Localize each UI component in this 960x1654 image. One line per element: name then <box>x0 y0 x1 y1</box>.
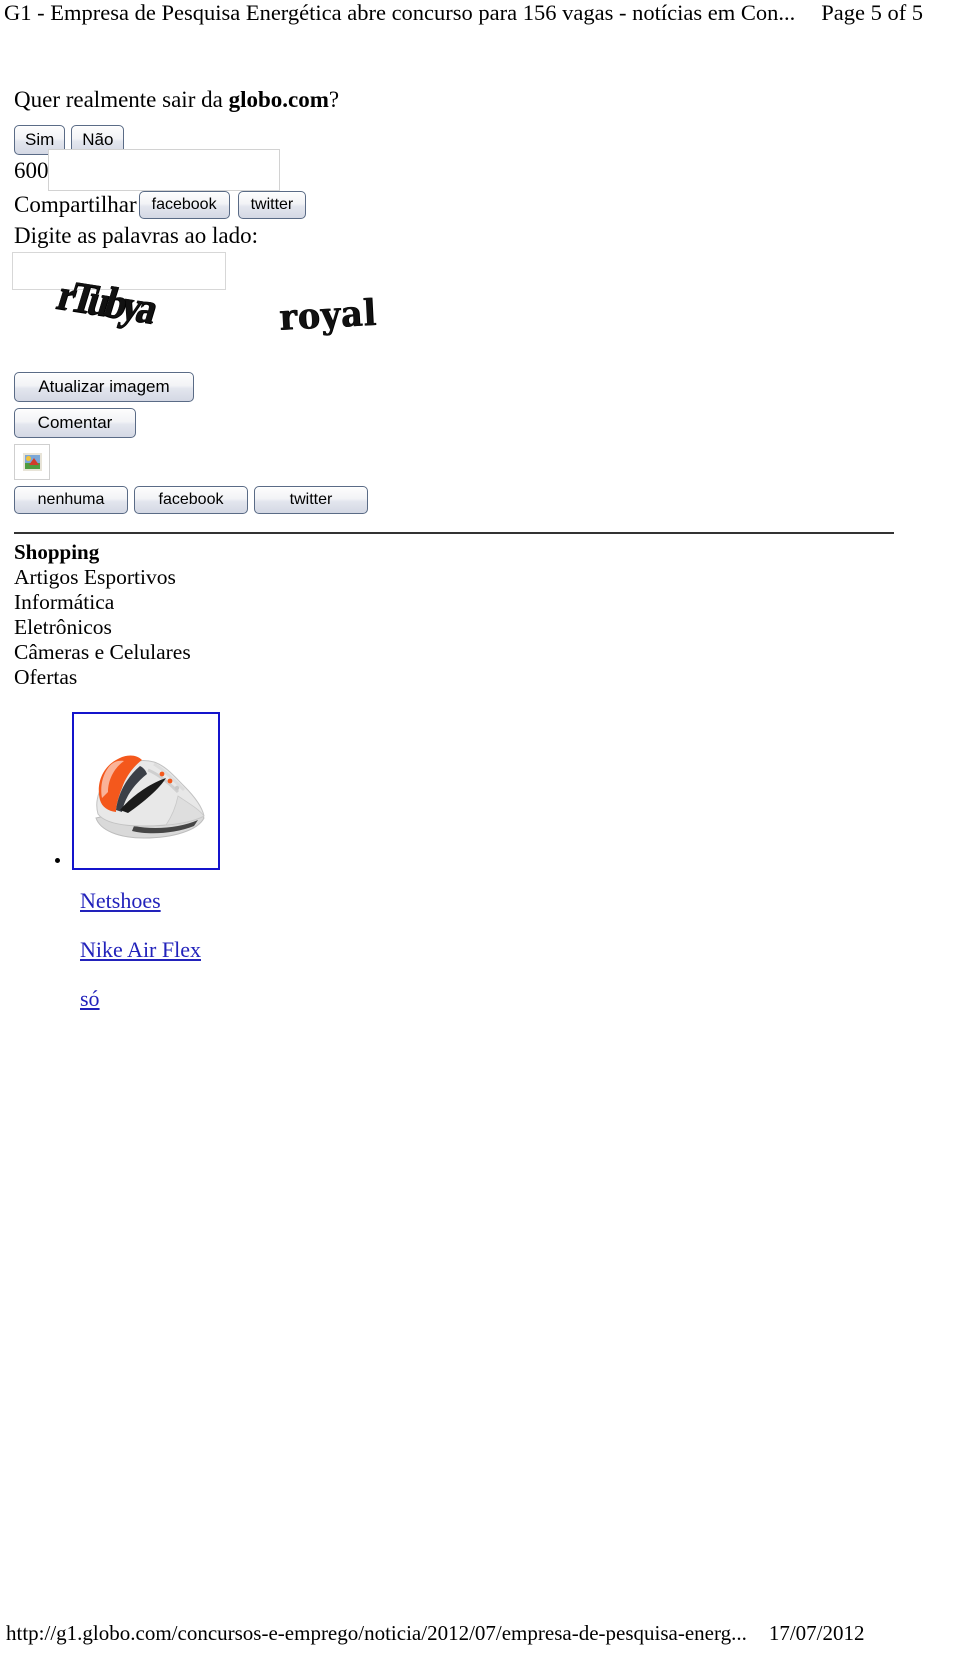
print-header: G1 - Empresa de Pesquisa Energética abre… <box>0 0 960 34</box>
comment-textarea[interactable] <box>48 149 280 191</box>
product-thumbnail-link[interactable] <box>72 712 220 870</box>
footer-url: http://g1.globo.com/concursos-e-emprego/… <box>6 1621 747 1645</box>
captcha-area: rTubya royal <box>0 252 960 372</box>
share-twitter-button[interactable]: twitter <box>237 191 307 219</box>
product-name-link[interactable]: Nike Air Flex <box>80 937 201 963</box>
shopping-title: Shopping <box>14 540 100 564</box>
share-row: Compartilhar facebook twitter <box>0 191 960 219</box>
product-list <box>14 712 960 870</box>
product-price-link[interactable]: só <box>80 986 100 1012</box>
nike-shoe-icon <box>74 714 214 864</box>
footer-date: 17/07/2012 <box>768 1621 865 1645</box>
char-counter: 600 <box>14 158 49 183</box>
post-target-buttons: nenhuma facebook twitter <box>0 486 960 514</box>
shopping-section: Shopping Artigos Esportivos Informática … <box>0 534 960 1035</box>
image-placeholder-glyph <box>23 453 42 471</box>
product-store-link[interactable]: Netshoes <box>80 888 161 914</box>
question-prefix: Quer realmente sair da <box>14 87 229 112</box>
page-body: Quer realmente sair da globo.com? Sim Não… <box>0 86 960 1035</box>
shopping-category-cameras-celulares[interactable]: Câmeras e Celulares <box>14 640 960 665</box>
post-target-facebook-button[interactable]: facebook <box>134 486 248 514</box>
captcha-label: Digite as palavras ao lado: <box>14 223 258 248</box>
page-number: Page 5 of 5 <box>821 0 924 25</box>
product-link-row: Nike Air Flex <box>80 937 960 986</box>
comment-actions: Atualizar imagem Comentar <box>0 372 960 438</box>
post-target-none-button[interactable]: nenhuma <box>14 486 128 514</box>
question-domain: globo.com <box>228 87 329 112</box>
broken-image-icon <box>14 444 50 480</box>
shopping-category-eletronicos[interactable]: Eletrônicos <box>14 615 960 640</box>
captcha-word-image-2: royal <box>278 290 378 339</box>
shopping-category-ofertas[interactable]: Ofertas <box>14 665 960 690</box>
store-link-row: Netshoes <box>80 888 960 937</box>
refresh-captcha-button[interactable]: Atualizar imagem <box>14 372 194 402</box>
post-target-twitter-button[interactable]: twitter <box>254 486 368 514</box>
document-title: G1 - Empresa de Pesquisa Energética abre… <box>4 0 796 25</box>
exit-confirmation-question: Quer realmente sair da globo.com? <box>0 86 960 114</box>
share-label: Compartilhar <box>14 192 137 217</box>
comment-counter-zone: 600 <box>0 149 960 191</box>
price-link-row: só <box>80 986 960 1035</box>
list-item <box>72 712 960 870</box>
submit-comment-button[interactable]: Comentar <box>14 408 136 438</box>
shopping-category-informatica[interactable]: Informática <box>14 590 960 615</box>
shopping-category-artigos-esportivos[interactable]: Artigos Esportivos <box>14 565 960 590</box>
placeholder-peak <box>29 458 39 465</box>
share-facebook-button[interactable]: facebook <box>138 191 230 219</box>
product-links: Netshoes Nike Air Flex só <box>14 888 960 1035</box>
question-suffix: ? <box>328 87 340 112</box>
print-footer: http://g1.globo.com/concursos-e-emprego/… <box>0 1620 960 1646</box>
